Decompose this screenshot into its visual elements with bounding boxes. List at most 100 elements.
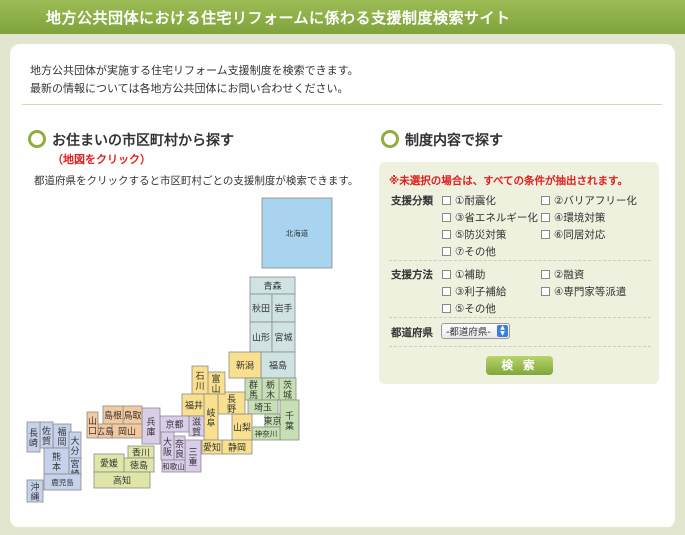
- prefecture-22[interactable]: 愛知: [201, 439, 223, 455]
- prefecture-label: 石川: [195, 372, 204, 392]
- prefecture-41[interactable]: 長崎: [26, 421, 41, 453]
- support-type-option[interactable]: ④環境対策: [541, 210, 605, 225]
- checkbox[interactable]: [442, 287, 451, 296]
- prefecture-0[interactable]: 北海道: [261, 197, 333, 269]
- prefecture-label: 三重: [188, 448, 197, 468]
- checkbox[interactable]: [442, 213, 451, 222]
- prefecture-43[interactable]: 熊本: [43, 447, 70, 475]
- prefecture-label: 栃木: [266, 379, 275, 401]
- search-notice: ※未選択の場合は、すべての条件が抽出されます。: [389, 175, 629, 187]
- prefecture-label: 京都: [165, 419, 183, 431]
- prefecture-34[interactable]: 山口: [86, 411, 99, 439]
- prefecture-45[interactable]: 鹿児島: [43, 473, 82, 491]
- prefecture-4[interactable]: 山形: [249, 321, 273, 353]
- prefecture-25[interactable]: 京都: [159, 415, 190, 433]
- prefecture-13[interactable]: 東京: [263, 413, 282, 428]
- prefecture-19[interactable]: 石川: [191, 365, 209, 395]
- support-type-option[interactable]: ②バリアフリー化: [541, 193, 637, 208]
- support-type-option[interactable]: ⑦その他: [442, 244, 496, 259]
- prefecture-label: 長崎: [29, 428, 38, 449]
- checkbox[interactable]: [442, 304, 451, 313]
- prefecture-24[interactable]: 三重: [184, 439, 202, 473]
- prefecture-29[interactable]: 兵庫: [141, 407, 161, 445]
- prefecture-30[interactable]: 鳥取: [122, 405, 143, 425]
- prefecture-31[interactable]: 島根: [102, 405, 124, 425]
- prefecture-42[interactable]: 大分: [68, 431, 82, 459]
- prefecture-label: 新潟: [236, 360, 254, 372]
- prefecture-35[interactable]: 香川: [127, 445, 155, 459]
- prefecture-15[interactable]: 山梨: [231, 413, 253, 441]
- prefecture-33[interactable]: 広島: [96, 423, 114, 439]
- checkbox[interactable]: [442, 247, 451, 256]
- prefecture-18[interactable]: 富山: [206, 371, 226, 395]
- prefecture-16[interactable]: 長野: [217, 391, 246, 415]
- search-button[interactable]: 検 索: [486, 356, 553, 375]
- prefecture-12[interactable]: 千葉: [279, 399, 300, 441]
- prefecture-label: 都道府県: [391, 327, 433, 339]
- prefecture-20[interactable]: 福井: [181, 393, 207, 417]
- prefecture-32[interactable]: 岡山: [111, 423, 143, 439]
- prefecture-label: 東京: [263, 415, 281, 427]
- prefecture-38[interactable]: 高知: [93, 471, 151, 489]
- prefecture-label: 山梨: [233, 422, 251, 434]
- prefecture-17[interactable]: 静岡: [221, 439, 253, 455]
- prefecture-label: 長野: [227, 394, 236, 415]
- checkbox[interactable]: [442, 196, 451, 205]
- prefecture-label: 青森: [263, 280, 281, 292]
- prefecture-label: 鳥取: [123, 410, 141, 422]
- checkbox[interactable]: [541, 213, 550, 222]
- checkbox[interactable]: [442, 270, 451, 279]
- support-method-label: 支援方法: [391, 269, 433, 281]
- prefecture-27[interactable]: 大阪: [160, 431, 175, 461]
- prefecture-5[interactable]: 宮城: [271, 321, 296, 353]
- checkbox[interactable]: [442, 230, 451, 239]
- prefecture-7[interactable]: 新潟: [228, 351, 262, 379]
- support-method-option[interactable]: ②融資: [541, 267, 584, 282]
- support-method-option[interactable]: ①補助: [442, 267, 485, 282]
- prefecture-8[interactable]: 茨城: [278, 377, 297, 401]
- prefecture-label: 徳島: [130, 460, 148, 472]
- prefecture-46[interactable]: 沖縄: [26, 479, 44, 503]
- support-type-option[interactable]: ③省エネルギー化: [442, 210, 538, 225]
- prefecture-11[interactable]: 埼玉: [247, 399, 279, 415]
- prefecture-21[interactable]: 岐阜: [203, 393, 219, 441]
- prefecture-9[interactable]: 栃木: [261, 377, 280, 401]
- support-method-option[interactable]: ⑤その他: [442, 301, 496, 316]
- prefecture-label: 神奈川: [255, 428, 278, 438]
- page-bottom: [0, 527, 685, 535]
- prefecture-label: 鹿児島: [51, 477, 74, 487]
- prefecture-label: 岡山: [118, 427, 136, 438]
- checkbox[interactable]: [541, 196, 550, 205]
- prefecture-14[interactable]: 神奈川: [251, 426, 281, 441]
- checkbox[interactable]: [541, 270, 550, 279]
- prefecture-6[interactable]: 福島: [260, 351, 296, 379]
- prefecture-select[interactable]: -都道府県- ▲ ▼: [441, 323, 510, 339]
- prefecture-28[interactable]: 和歌山: [161, 459, 186, 473]
- prefecture-label: 福島: [269, 360, 287, 372]
- prefecture-label: 群馬: [249, 379, 258, 401]
- prefecture-1[interactable]: 青森: [249, 276, 296, 295]
- prefecture-label: 静岡: [228, 442, 246, 454]
- prefecture-label: 山形: [252, 332, 270, 344]
- prefecture-label: 富山: [211, 373, 220, 395]
- support-type-option[interactable]: ⑥同居対応: [541, 227, 605, 242]
- prefecture-10[interactable]: 群馬: [244, 377, 263, 401]
- prefecture-2[interactable]: 秋田: [249, 293, 273, 323]
- support-type-option[interactable]: ①耐震化: [442, 193, 496, 208]
- prefecture-label: 広島: [96, 426, 114, 438]
- divider: [389, 346, 651, 347]
- prefecture-40[interactable]: 佐賀: [39, 421, 54, 449]
- prefecture-26[interactable]: 奈良: [173, 435, 186, 461]
- support-method-option[interactable]: ④専門家等派遣: [541, 284, 626, 299]
- checkbox[interactable]: [541, 287, 550, 296]
- support-type-option[interactable]: ⑤防災対策: [442, 227, 506, 242]
- prefecture-39[interactable]: 福岡: [52, 423, 72, 449]
- prefecture-3[interactable]: 岩手: [271, 293, 296, 323]
- prefecture-36[interactable]: 徳島: [123, 457, 155, 473]
- prefecture-37[interactable]: 愛媛: [93, 453, 125, 473]
- support-method-option[interactable]: ③利子補給: [442, 284, 506, 299]
- prefecture-label: 埼玉: [254, 402, 272, 414]
- prefecture-label: 大阪: [163, 436, 172, 458]
- prefecture-23[interactable]: 滋賀: [188, 415, 205, 438]
- checkbox[interactable]: [541, 230, 550, 239]
